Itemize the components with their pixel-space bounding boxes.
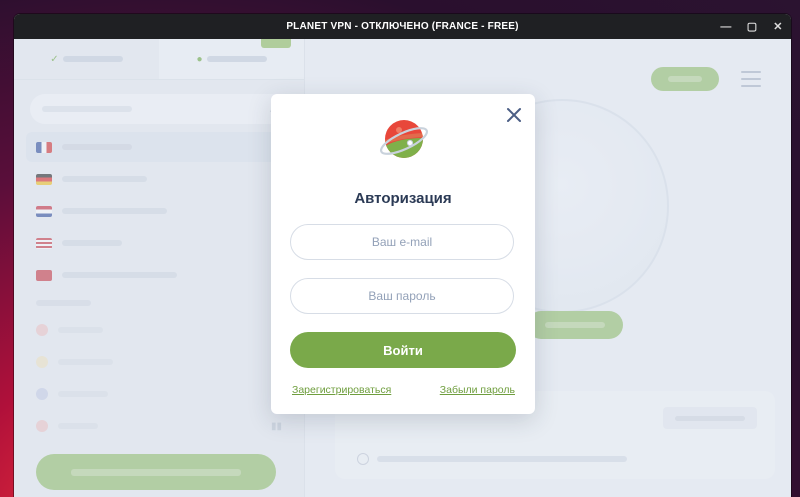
minimize-button[interactable]: — xyxy=(719,21,733,33)
maximize-button[interactable]: ▢ xyxy=(745,20,759,33)
register-link[interactable]: Зарегистрироваться xyxy=(292,384,391,396)
planet-logo-icon xyxy=(379,120,429,158)
login-button[interactable]: Войти xyxy=(290,332,516,368)
login-dialog: Авторизация Войти Зарегистрироваться Заб… xyxy=(271,94,535,414)
forgot-password-link[interactable]: Забыли пароль xyxy=(440,384,515,396)
close-dialog-button[interactable] xyxy=(505,106,523,124)
title-bar: PLANET VPN - ОТКЛЮЧЕНО (FRANCE - FREE) —… xyxy=(14,14,791,39)
close-window-button[interactable]: ✕ xyxy=(771,20,785,33)
window-controls: — ▢ ✕ xyxy=(719,14,785,39)
close-icon xyxy=(507,108,521,122)
planet-logo xyxy=(377,116,431,162)
dialog-title: Авторизация xyxy=(354,190,452,207)
password-field[interactable] xyxy=(290,278,514,314)
window-title: PLANET VPN - ОТКЛЮЧЕНО (FRANCE - FREE) xyxy=(286,21,519,32)
email-field[interactable] xyxy=(290,224,514,260)
